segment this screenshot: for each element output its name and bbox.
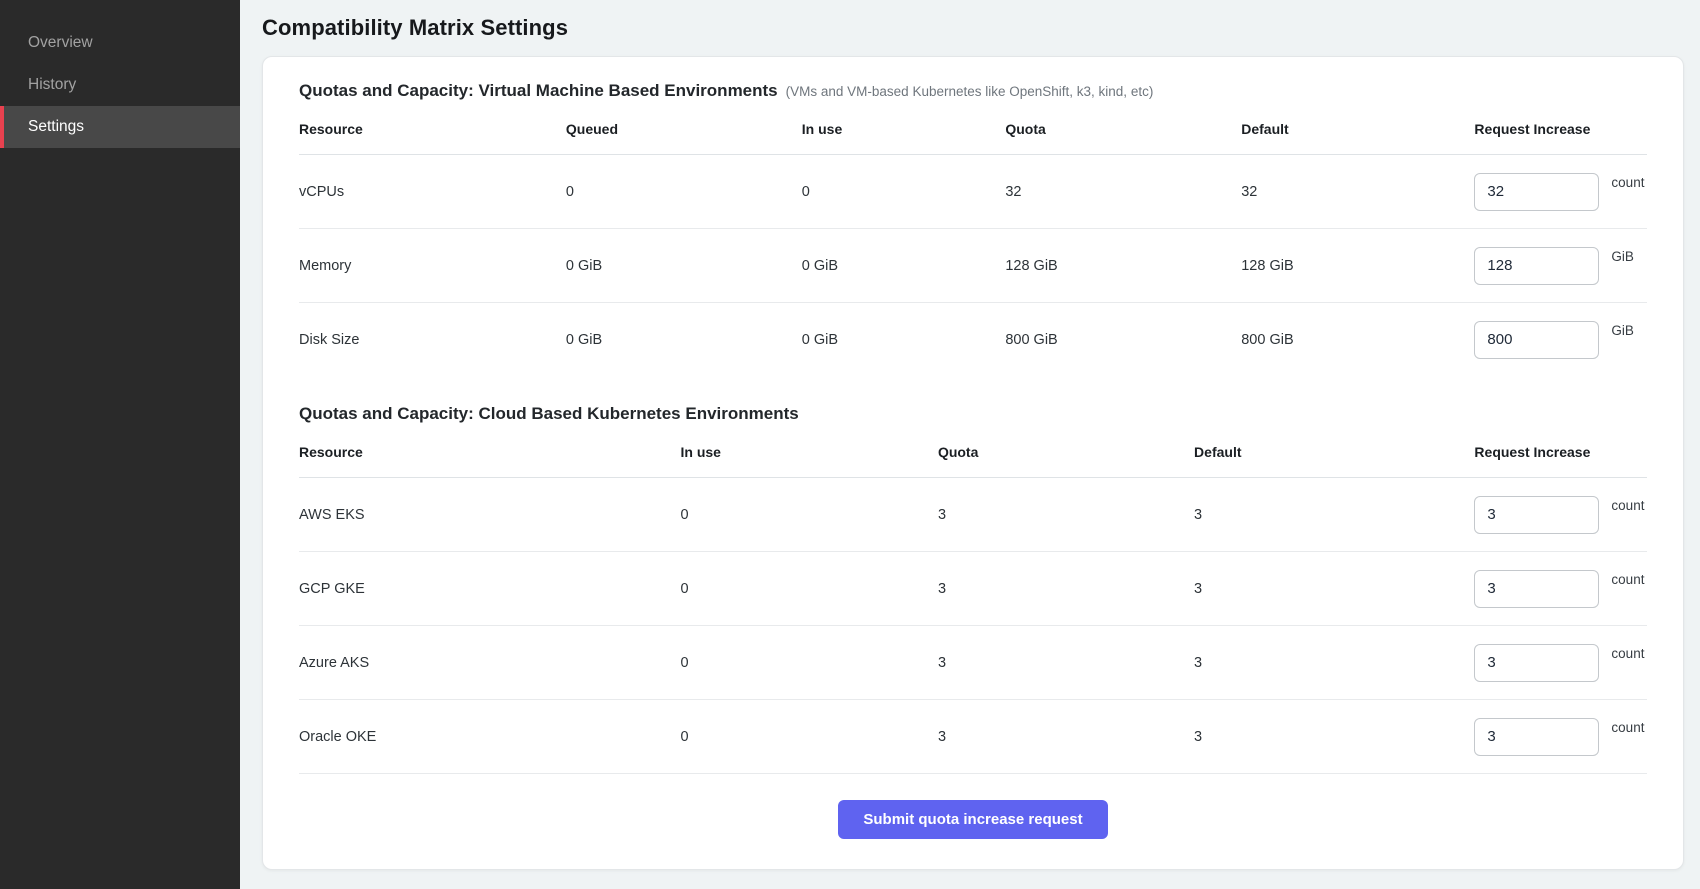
request-increase-cell: count — [1474, 478, 1647, 552]
unit-label: count — [1611, 720, 1644, 735]
cell-value: 0 — [680, 552, 937, 626]
unit-label: count — [1611, 498, 1644, 513]
column-header-request-increase: Request Increase — [1474, 105, 1647, 155]
request-increase-cell: count — [1474, 552, 1647, 626]
resource-name: vCPUs — [299, 155, 566, 229]
table-row: Oracle OKE033count — [299, 700, 1647, 774]
sidebar-item-overview[interactable]: Overview — [0, 22, 240, 64]
request-increase-wrap: count — [1474, 478, 1647, 551]
table-row: Azure AKS033count — [299, 626, 1647, 700]
column-header-resource: Resource — [299, 428, 680, 478]
table-row: Memory0 GiB0 GiB128 GiB128 GiBGiB — [299, 229, 1647, 303]
cell-value: 0 — [802, 155, 1006, 229]
cell-value: 3 — [938, 626, 1194, 700]
cell-value: 3 — [938, 552, 1194, 626]
cell-value: 0 GiB — [566, 303, 802, 377]
unit-label: count — [1611, 572, 1644, 587]
table-row: vCPUs003232count — [299, 155, 1647, 229]
column-header-in-use: In use — [680, 428, 937, 478]
quota-section-0: Quotas and Capacity: Virtual Machine Bas… — [299, 81, 1647, 376]
request-increase-input-gcp-gke[interactable] — [1474, 570, 1599, 608]
resource-name: Disk Size — [299, 303, 566, 377]
quota-sections: Quotas and Capacity: Virtual Machine Bas… — [299, 81, 1647, 774]
cell-value: 0 GiB — [802, 303, 1006, 377]
column-header-quota: Quota — [938, 428, 1194, 478]
request-increase-wrap: count — [1474, 700, 1647, 773]
section-note: (VMs and VM-based Kubernetes like OpenSh… — [786, 84, 1154, 99]
request-increase-wrap: count — [1474, 155, 1647, 228]
request-increase-cell: GiB — [1474, 229, 1647, 303]
table-header-row: ResourceQueuedIn useQuotaDefaultRequest … — [299, 105, 1647, 155]
cell-value: 0 — [680, 700, 937, 774]
cell-value: 0 — [680, 626, 937, 700]
request-increase-input-aws-eks[interactable] — [1474, 496, 1599, 534]
cell-value: 32 — [1241, 155, 1474, 229]
cell-value: 800 GiB — [1005, 303, 1241, 377]
cell-value: 3 — [938, 478, 1194, 552]
resource-name: GCP GKE — [299, 552, 680, 626]
settings-card: Quotas and Capacity: Virtual Machine Bas… — [262, 56, 1684, 870]
sidebar-item-history[interactable]: History — [0, 64, 240, 106]
resource-name: AWS EKS — [299, 478, 680, 552]
table-row: Disk Size0 GiB0 GiB800 GiB800 GiBGiB — [299, 303, 1647, 377]
cell-value: 32 — [1005, 155, 1241, 229]
column-header-queued: Queued — [566, 105, 802, 155]
column-header-request-increase: Request Increase — [1474, 428, 1647, 478]
sidebar: OverviewHistorySettings — [0, 0, 240, 889]
request-increase-input-vcpus[interactable] — [1474, 173, 1599, 211]
cell-value: 3 — [1194, 700, 1474, 774]
unit-label: count — [1611, 646, 1644, 661]
resource-name: Azure AKS — [299, 626, 680, 700]
cell-value: 3 — [1194, 552, 1474, 626]
request-increase-cell: count — [1474, 700, 1647, 774]
column-header-resource: Resource — [299, 105, 566, 155]
section-title: Quotas and Capacity: Cloud Based Kuberne… — [299, 404, 799, 423]
unit-label: GiB — [1611, 323, 1634, 338]
submit-quota-increase-button[interactable]: Submit quota increase request — [838, 800, 1107, 839]
unit-label: count — [1611, 175, 1644, 190]
column-header-quota: Quota — [1005, 105, 1241, 155]
table-header-row: ResourceIn useQuotaDefaultRequest Increa… — [299, 428, 1647, 478]
request-increase-input-disk-size[interactable] — [1474, 321, 1599, 359]
resource-name: Oracle OKE — [299, 700, 680, 774]
request-increase-wrap: GiB — [1474, 229, 1647, 302]
request-increase-input-oracle-oke[interactable] — [1474, 718, 1599, 756]
request-increase-wrap: GiB — [1474, 303, 1647, 376]
column-header-in-use: In use — [802, 105, 1006, 155]
cell-value: 800 GiB — [1241, 303, 1474, 377]
cell-value: 3 — [1194, 626, 1474, 700]
page-title: Compatibility Matrix Settings — [262, 15, 1684, 41]
request-increase-input-memory[interactable] — [1474, 247, 1599, 285]
cell-value: 128 GiB — [1241, 229, 1474, 303]
request-increase-cell: count — [1474, 626, 1647, 700]
cell-value: 0 GiB — [802, 229, 1006, 303]
submit-row: Submit quota increase request — [299, 774, 1647, 855]
sidebar-item-settings[interactable]: Settings — [0, 106, 240, 148]
request-increase-cell: GiB — [1474, 303, 1647, 377]
table-row: AWS EKS033count — [299, 478, 1647, 552]
unit-label: GiB — [1611, 249, 1634, 264]
quota-table: ResourceQueuedIn useQuotaDefaultRequest … — [299, 105, 1647, 376]
section-heading-row: Quotas and Capacity: Cloud Based Kuberne… — [299, 404, 1647, 424]
request-increase-wrap: count — [1474, 552, 1647, 625]
main-content: Compatibility Matrix Settings Quotas and… — [240, 0, 1700, 889]
cell-value: 3 — [938, 700, 1194, 774]
resource-name: Memory — [299, 229, 566, 303]
request-increase-wrap: count — [1474, 626, 1647, 699]
cell-value: 128 GiB — [1005, 229, 1241, 303]
request-increase-cell: count — [1474, 155, 1647, 229]
cell-value: 0 — [680, 478, 937, 552]
cell-value: 3 — [1194, 478, 1474, 552]
column-header-default: Default — [1194, 428, 1474, 478]
request-increase-input-azure-aks[interactable] — [1474, 644, 1599, 682]
quota-section-1: Quotas and Capacity: Cloud Based Kuberne… — [299, 404, 1647, 774]
quota-table: ResourceIn useQuotaDefaultRequest Increa… — [299, 428, 1647, 774]
column-header-default: Default — [1241, 105, 1474, 155]
cell-value: 0 GiB — [566, 229, 802, 303]
cell-value: 0 — [566, 155, 802, 229]
table-row: GCP GKE033count — [299, 552, 1647, 626]
section-heading-row: Quotas and Capacity: Virtual Machine Bas… — [299, 81, 1647, 101]
section-title: Quotas and Capacity: Virtual Machine Bas… — [299, 81, 778, 100]
